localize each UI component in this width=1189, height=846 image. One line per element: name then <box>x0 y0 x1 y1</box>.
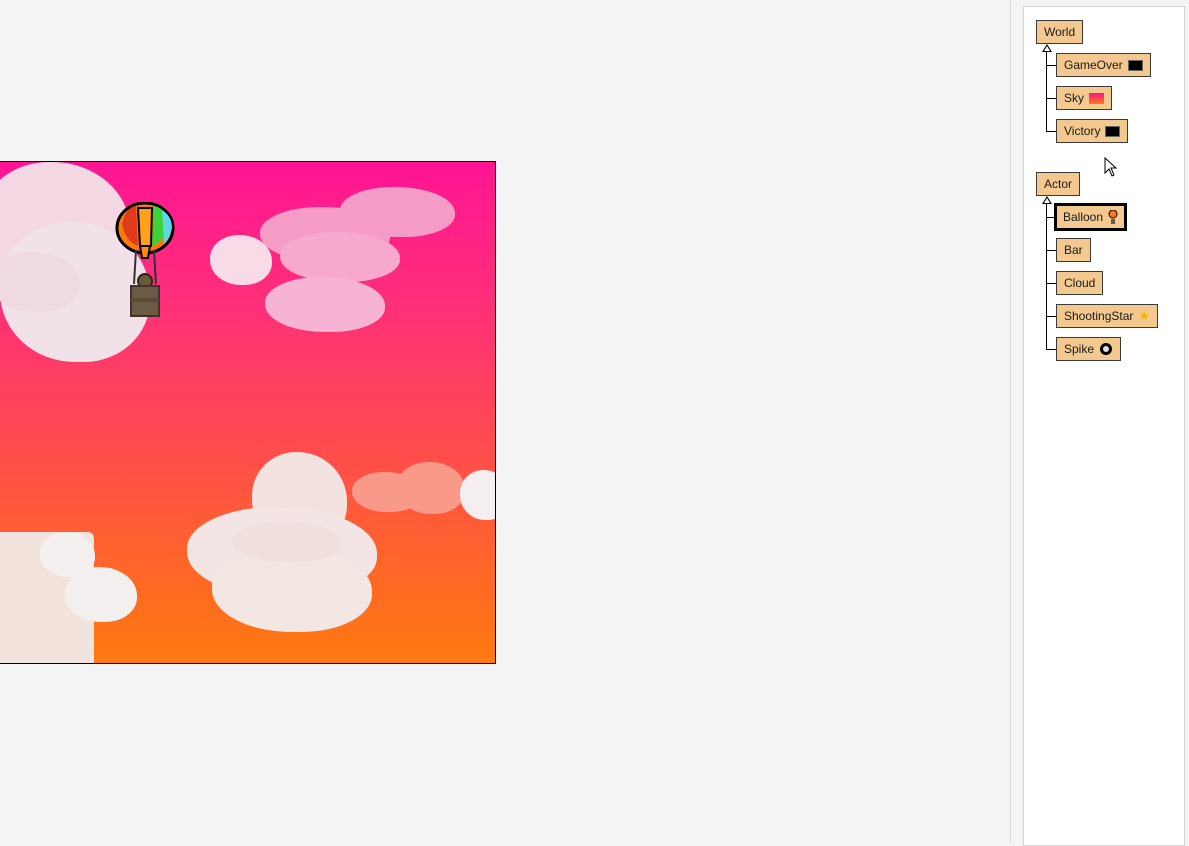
cloud-actor[interactable] <box>187 452 377 634</box>
cloud-actor[interactable] <box>210 187 455 337</box>
spike-ball-icon <box>1100 343 1113 355</box>
class-world[interactable]: World <box>1036 20 1084 44</box>
balloon-icon <box>1108 210 1118 224</box>
tree-line <box>1046 204 1047 350</box>
inheritance-arrow-icon <box>1042 44 1052 52</box>
class-balloon[interactable]: Balloon <box>1054 203 1128 231</box>
hot-air-balloon-icon <box>115 201 175 317</box>
mouse-cursor-icon <box>1104 157 1118 177</box>
cloud-actor[interactable] <box>352 462 495 520</box>
class-spike[interactable]: Spike <box>1056 337 1122 361</box>
cloud-actor[interactable] <box>0 532 140 663</box>
class-actor[interactable]: Actor <box>1036 172 1081 196</box>
panel-divider[interactable] <box>1010 0 1011 842</box>
tree-line <box>1046 52 1047 132</box>
class-shootingstar[interactable]: ShootingStar ★ <box>1056 304 1159 328</box>
class-gameover[interactable]: GameOver <box>1056 53 1151 77</box>
inheritance-arrow-icon <box>1042 196 1052 204</box>
class-victory[interactable]: Victory <box>1056 119 1129 143</box>
class-sky[interactable]: Sky <box>1056 86 1113 110</box>
class-bar[interactable]: Bar <box>1056 238 1091 262</box>
pink-gradient-icon <box>1089 92 1105 104</box>
star-icon: ★ <box>1138 308 1151 323</box>
black-screen-icon <box>1127 59 1143 71</box>
black-screen-icon <box>1105 125 1121 137</box>
world-viewport[interactable] <box>0 161 496 664</box>
class-cloud[interactable]: Cloud <box>1056 271 1104 295</box>
balloon-actor[interactable] <box>114 201 176 320</box>
